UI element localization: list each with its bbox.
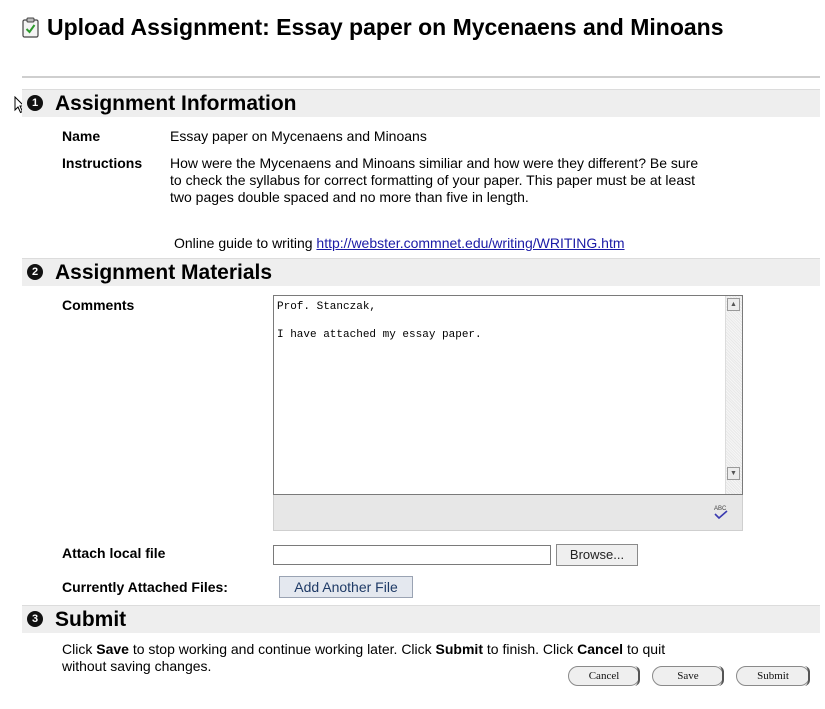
comments-editor: Prof. Stanczak, I have attached my essay… — [273, 295, 743, 531]
cancel-button[interactable]: Cancel — [568, 666, 640, 686]
attached-files-label: Currently Attached Files: — [62, 579, 228, 595]
clipboard-check-icon — [22, 17, 39, 38]
instructions-line-1: How were the Mycenaens and Minoans simil… — [170, 155, 699, 171]
section-header-assignment-information: 1 Assignment Information — [22, 89, 820, 117]
text-span: to quit — [623, 641, 666, 657]
instructions-label: Instructions — [62, 155, 143, 171]
section-number-badge: 3 — [27, 611, 43, 627]
text-span: to stop working and continue working lat… — [128, 641, 436, 657]
browse-button[interactable]: Browse... — [556, 544, 638, 566]
instructions-line-2: to check the syllabus for correct format… — [170, 172, 695, 188]
page-title: Upload Assignment: Essay paper on Mycena… — [22, 14, 782, 41]
section-title: Assignment Information — [55, 92, 297, 115]
scroll-up-icon[interactable]: ▲ — [727, 298, 740, 311]
cancel-word: Cancel — [577, 641, 624, 657]
section-number-badge: 1 — [27, 95, 43, 111]
scroll-down-icon[interactable]: ▼ — [727, 467, 740, 480]
attach-file-input[interactable] — [273, 545, 551, 565]
submit-button[interactable]: Submit — [736, 666, 810, 686]
add-another-file-button[interactable]: Add Another File — [279, 576, 413, 598]
section-title: Assignment Materials — [55, 261, 273, 284]
comments-textarea[interactable]: Prof. Stanczak, I have attached my essay… — [273, 295, 743, 495]
instructions-line-3: two pages double spaced and no more than… — [170, 189, 529, 205]
submit-word: Submit — [435, 641, 483, 657]
assignment-name: Essay paper on Mycenaens and Minoans — [170, 128, 427, 144]
editor-toolbar: ABC — [273, 495, 743, 531]
text-span: Click — [62, 641, 97, 657]
comments-label: Comments — [62, 297, 135, 313]
writing-guide-link[interactable]: http://webster.commnet.edu/writing/WRITI… — [316, 235, 624, 251]
text-span: to finish. Click — [483, 641, 578, 657]
section-number-badge: 2 — [27, 264, 43, 280]
page-title-text: Upload Assignment: Essay paper on Mycena… — [47, 14, 724, 40]
section-header-assignment-materials: 2 Assignment Materials — [22, 258, 820, 286]
save-word: Save — [96, 641, 129, 657]
writing-guide: Online guide to writing http://webster.c… — [174, 235, 625, 252]
svg-text:ABC: ABC — [714, 506, 727, 512]
comments-scrollbar[interactable]: ▲ ▼ — [725, 296, 742, 494]
writing-guide-text: Online guide to writing — [174, 235, 313, 251]
name-label: Name — [62, 128, 101, 144]
attach-file-label: Attach local file — [62, 545, 166, 561]
save-button[interactable]: Save — [652, 666, 724, 686]
section-header-submit: 3 Submit — [22, 605, 820, 633]
submit-instructions-line-2: without saving changes. — [62, 658, 212, 674]
section-title: Submit — [55, 608, 127, 631]
spell-check-icon[interactable]: ABC — [712, 503, 730, 521]
submit-instructions-line-1: Click Save to stop working and continue … — [62, 641, 665, 658]
title-divider — [22, 76, 820, 78]
